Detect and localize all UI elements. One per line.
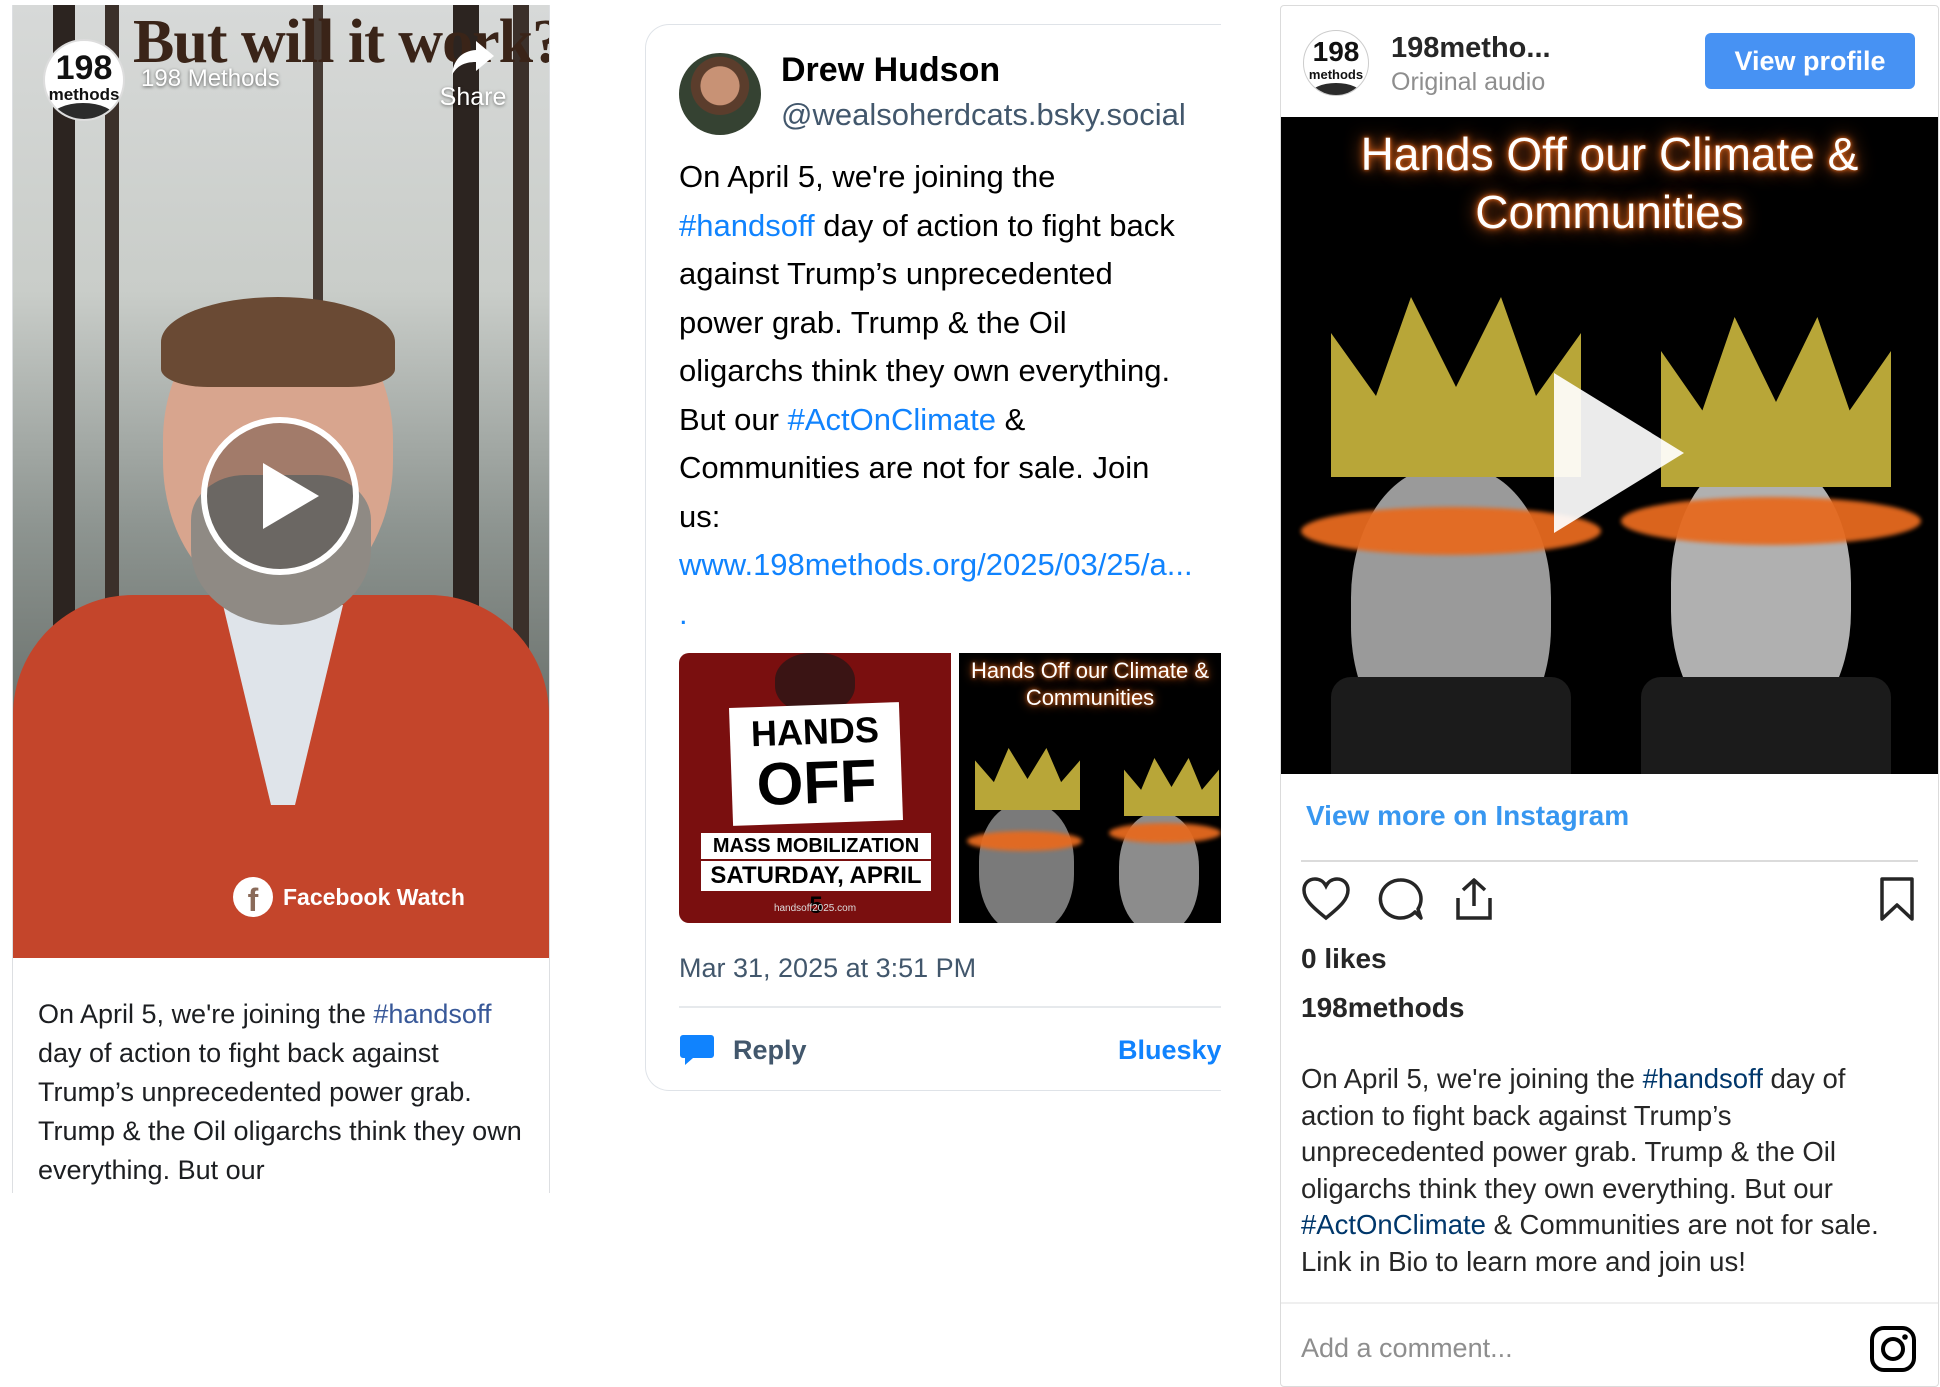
poster-sign: HANDS OFF [728, 702, 904, 826]
share-button[interactable]: Share [433, 39, 513, 112]
climate-communities-image[interactable]: Hands Off our Climate & Communities [959, 653, 1221, 923]
bluesky-link[interactable]: Bluesky [1118, 1035, 1221, 1066]
post-text-line: against Trump’s unprecedented [679, 256, 1113, 291]
post-text-line: us: [679, 498, 721, 534]
author-handle[interactable]: @wealsoherdcats.bsky.social [781, 97, 1186, 133]
hashtag-link[interactable]: #ActOnClimate [1301, 1209, 1486, 1240]
reply-label: Reply [733, 1034, 807, 1065]
share-label: Share [439, 83, 507, 111]
caption-text: On April 5, we're joining the [1301, 1063, 1643, 1094]
post-text-line: power grab. Trump & the Oil [679, 304, 1067, 340]
facebook-video-embed: But will it work? 198 methods 198 Method… [12, 5, 550, 1193]
author-avatar[interactable] [679, 53, 761, 135]
action-bar [1301, 876, 1499, 922]
globe-icon [51, 103, 115, 119]
author-name[interactable]: Drew Hudson [781, 51, 1000, 90]
post-caption: On April 5, we're joining the #handsoff … [1301, 1061, 1921, 1280]
avatar-subtext: methods [48, 85, 120, 104]
profile-username[interactable]: 198metho... [1391, 32, 1551, 65]
view-profile-button[interactable]: View profile [1705, 33, 1915, 89]
poster-banner-mass: MASS MOBILIZATION [701, 833, 931, 859]
speech-bubble-icon [680, 1035, 714, 1065]
post-text: On April 5, we're joining the #handsoff … [679, 153, 1219, 638]
comment-input[interactable]: Add a comment... [1301, 1333, 1513, 1364]
profile-avatar[interactable]: 198 methods [1303, 30, 1369, 96]
globe-icon [1310, 83, 1362, 95]
facebook-video-player[interactable]: But will it work? 198 methods 198 Method… [13, 5, 549, 958]
hashtag-link[interactable]: #ActOnClimate [788, 402, 996, 437]
play-button[interactable] [201, 417, 359, 575]
caption-text: On April 5, we're joining the [38, 999, 374, 1029]
hashtag-link[interactable]: #handsoff [1643, 1063, 1763, 1094]
hashtag-link[interactable]: #handsoff [679, 208, 815, 243]
media-title: Hands Off our Climate & Communities [1360, 128, 1859, 238]
post-timestamp[interactable]: Mar 31, 2025 at 3:51 PM [679, 953, 976, 984]
facebook-icon: f [233, 877, 273, 917]
comment-icon[interactable] [1375, 876, 1425, 922]
external-link[interactable]: www.198methods.org/2025/03/25/a... [679, 541, 1219, 590]
post-caption: On April 5, we're joining the #handsoff … [38, 995, 528, 1190]
view-more-link[interactable]: View more on Instagram [1306, 800, 1629, 832]
avatar-number: 198 [1312, 36, 1360, 67]
post-text-line: oligarchs think they own everything. [679, 353, 1171, 388]
crown-icon [1124, 758, 1219, 816]
post-text-line: But our [679, 401, 788, 437]
post-video[interactable]: Hands Off our Climate & Communities [1281, 117, 1938, 774]
page-name-link[interactable]: 198 Methods [141, 65, 280, 93]
bookmark-icon[interactable] [1878, 876, 1916, 922]
share-icon[interactable] [1449, 876, 1499, 922]
avatar-number: 198 [55, 49, 113, 87]
crown-icon [975, 748, 1080, 810]
poster-banner-date: SATURDAY, APRIL 5 [701, 861, 931, 919]
share-arrow-icon [452, 41, 494, 75]
post-text-line: & [996, 401, 1026, 437]
poster-url: handsoff2025.com [773, 903, 857, 914]
instagram-icon[interactable] [1868, 1324, 1918, 1374]
facebook-watch-link[interactable]: f Facebook Watch [233, 877, 465, 917]
poster-word-off: OFF [755, 746, 878, 819]
bluesky-post-embed: Drew Hudson @wealsoherdcats.bsky.social … [645, 24, 1221, 1091]
instagram-post-embed: 198 methods 198metho... Original audio V… [1280, 5, 1939, 1387]
crown-icon [1331, 297, 1581, 477]
divider [679, 1006, 1221, 1008]
external-link-tail[interactable]: . [679, 596, 688, 631]
crown-icon [1661, 317, 1891, 487]
divider [1281, 1302, 1938, 1304]
post-text-line: day of action to fight back [814, 207, 1175, 243]
image-title: Hands Off our Climate & Communities [970, 658, 1210, 710]
page-avatar[interactable]: 198 methods [43, 39, 125, 121]
person-hair [161, 297, 395, 387]
play-icon[interactable] [1554, 373, 1684, 533]
likes-count: 0 likes [1301, 943, 1387, 974]
divider [1301, 860, 1918, 862]
reply-button[interactable]: Reply [679, 1033, 807, 1067]
post-text-line: Communities are not for sale. Join [679, 450, 1150, 485]
heart-icon[interactable] [1301, 876, 1351, 922]
post-owner[interactable]: 198methods [1301, 992, 1464, 1024]
hashtag-link[interactable]: #handsoff [373, 999, 491, 1029]
avatar-subtext: methods [1308, 67, 1364, 82]
hands-off-poster-image[interactable]: HANDS OFF MASS MOBILIZATION SATURDAY, AP… [679, 653, 951, 923]
post-text-line: On April 5, we're joining the [679, 159, 1056, 194]
audio-label[interactable]: Original audio [1391, 68, 1545, 97]
caption-text: day of action to fight back against Trum… [38, 1038, 522, 1185]
facebook-watch-label: Facebook Watch [283, 883, 465, 910]
